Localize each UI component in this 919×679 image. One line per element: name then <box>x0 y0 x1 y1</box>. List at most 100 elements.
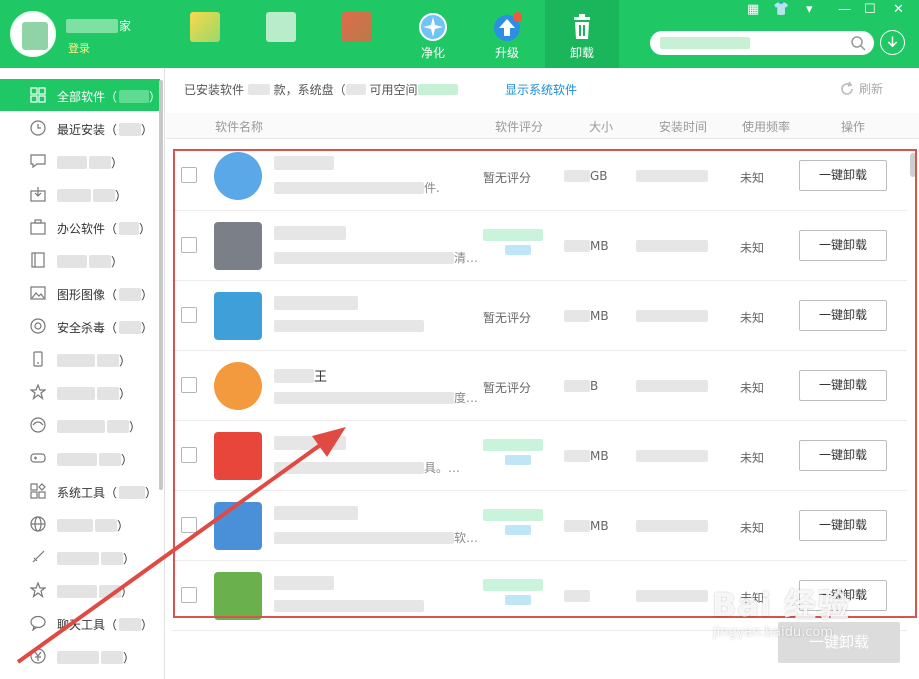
grid-menu-icon[interactable]: ▦ <box>747 2 759 17</box>
nav-app-2[interactable] <box>244 0 318 68</box>
col-usage-frequency[interactable]: 使用频率 <box>742 118 790 135</box>
app-description: 清… <box>274 249 478 266</box>
installed-summary: 已安装软件 款，系统盘（ 可用空间 <box>184 81 458 98</box>
uninstall-button[interactable]: 一键卸载 <box>799 370 887 401</box>
sidebar-item[interactable]: ） <box>0 145 160 177</box>
avatar[interactable] <box>10 11 56 57</box>
row-checkbox[interactable] <box>181 307 197 323</box>
maximize-icon[interactable]: ☐ <box>864 2 876 17</box>
table-row[interactable]: 暂无评分 MB 未知 一键卸载 <box>172 281 907 351</box>
sidebar-item[interactable]: ） <box>0 640 160 672</box>
nav-uninstall[interactable]: 卸载 <box>545 0 619 68</box>
dropdown-menu-icon[interactable]: ▾ <box>806 2 813 17</box>
search-icon[interactable] <box>850 35 866 51</box>
download-manager-icon[interactable] <box>880 30 905 55</box>
sidebar-scrollbar[interactable] <box>159 80 163 490</box>
column-header: 软件名称 软件评分 大小 安装时间 使用频率 操作 <box>166 113 919 139</box>
app-name <box>274 506 358 522</box>
table-row[interactable]: 软… MB 未知 一键卸载 <box>172 491 907 561</box>
table-row[interactable]: 王度… 暂无评分 B 未知 一键卸载 <box>172 351 907 421</box>
app-install-time <box>636 379 708 393</box>
app-usage-frequency: 未知 <box>740 241 765 255</box>
row-checkbox[interactable] <box>181 237 197 253</box>
close-icon[interactable]: ✕ <box>893 2 904 17</box>
sidebar-item[interactable]: ） <box>0 508 160 540</box>
col-rating[interactable]: 软件评分 <box>495 118 543 135</box>
app-rating <box>483 579 543 608</box>
nav-upgrade[interactable]: 升级 <box>470 0 544 68</box>
sidebar-item-label: 聊天工具（） <box>57 618 154 632</box>
nav-upgrade-label: 升级 <box>494 46 519 60</box>
sidebar-item[interactable]: ） <box>0 574 160 606</box>
sidebar-item[interactable]: 系统工具（） <box>0 475 160 507</box>
nav-clean[interactable]: 净化 <box>396 0 470 68</box>
table-row[interactable]: 件. 暂无评分 GB 未知 一键卸载 <box>172 141 907 211</box>
uninstall-button[interactable]: 一键卸载 <box>799 300 887 331</box>
grid-icon <box>30 87 46 103</box>
skin-icon[interactable]: 👕 <box>773 2 789 17</box>
sidebar-item[interactable]: ） <box>0 409 160 441</box>
row-checkbox[interactable] <box>181 377 197 393</box>
col-size[interactable]: 大小 <box>589 118 613 135</box>
app-rating: 暂无评分 <box>483 381 532 395</box>
show-system-software-link[interactable]: 显示系统软件 <box>505 81 577 98</box>
app-usage-frequency: 未知 <box>740 311 765 325</box>
search-input[interactable] <box>650 31 874 55</box>
uninstall-button[interactable]: 一键卸载 <box>799 160 887 191</box>
row-checkbox[interactable] <box>181 447 197 463</box>
app-size: MB <box>564 239 609 253</box>
row-checkbox[interactable] <box>181 167 197 183</box>
sidebar-item[interactable]: ） <box>0 541 160 573</box>
minimize-icon[interactable]: — <box>838 2 851 17</box>
money-icon <box>30 648 46 664</box>
nav-app-3[interactable] <box>320 0 394 68</box>
nav-app-1[interactable] <box>168 0 242 68</box>
row-checkbox[interactable] <box>181 517 197 533</box>
app-icon <box>214 572 262 620</box>
uninstall-button[interactable]: 一键卸载 <box>799 230 887 261</box>
sidebar-item[interactable]: 办公软件（） <box>0 211 160 243</box>
table-row[interactable]: 具。… MB 未知 一键卸载 <box>172 421 907 491</box>
top-bar: 家 登录 净化 升级 卸载 ▦ 👕 ▾ — ☐ ✕ <box>0 0 919 68</box>
sidebar-item-label: ） <box>57 253 123 270</box>
sidebar-item[interactable]: 最近安装（） <box>0 112 160 144</box>
watermark-logo: Bai 经验 <box>712 586 851 624</box>
app-rating: 暂无评分 <box>483 171 532 185</box>
phone-icon <box>33 351 43 367</box>
uninstall-button[interactable]: 一键卸载 <box>799 440 887 471</box>
app-usage-frequency: 未知 <box>740 521 765 535</box>
app-usage-frequency: 未知 <box>740 381 765 395</box>
sidebar-item[interactable]: 图形图像（） <box>0 277 160 309</box>
sidebar-item[interactable]: 全部软件（） <box>0 79 161 111</box>
sidebar-item-label: ） <box>57 583 133 600</box>
sidebar-item[interactable]: ） <box>0 376 160 408</box>
sidebar-item[interactable]: 聊天工具（） <box>0 607 160 639</box>
app-icon <box>214 362 262 410</box>
col-name[interactable]: 软件名称 <box>215 118 263 135</box>
sidebar-item[interactable]: ） <box>0 244 160 276</box>
nav-uninstall-label: 卸载 <box>569 46 594 60</box>
refresh-icon <box>841 81 853 95</box>
row-checkbox[interactable] <box>181 587 197 603</box>
sidebar-item-label: 安全杀毒（） <box>57 321 154 335</box>
sidebar-item-label: ） <box>57 649 135 666</box>
refresh-button[interactable]: 刷新 <box>839 80 883 97</box>
sidebar-item[interactable]: ） <box>0 178 160 210</box>
app-size: MB <box>564 449 609 463</box>
username[interactable]: 家 <box>66 17 131 34</box>
sidebar-item[interactable]: ） <box>0 442 160 474</box>
col-install-time[interactable]: 安装时间 <box>659 118 707 135</box>
list-scrollbar[interactable] <box>910 153 916 177</box>
app-icon <box>214 502 262 550</box>
sidebar-item[interactable]: 安全杀毒（） <box>0 310 160 342</box>
login-link[interactable]: 登录 <box>68 40 90 56</box>
nav-clean-label: 净化 <box>420 46 445 60</box>
sidebar-item[interactable]: ） <box>0 343 160 375</box>
tools-icon <box>30 483 46 499</box>
star-outline-icon <box>30 582 46 598</box>
table-row[interactable]: 清… MB 未知 一键卸载 <box>172 211 907 281</box>
globe-icon <box>30 516 46 532</box>
chat-icon <box>30 154 46 169</box>
uninstall-button[interactable]: 一键卸载 <box>799 510 887 541</box>
app-icon-2 <box>266 12 296 42</box>
